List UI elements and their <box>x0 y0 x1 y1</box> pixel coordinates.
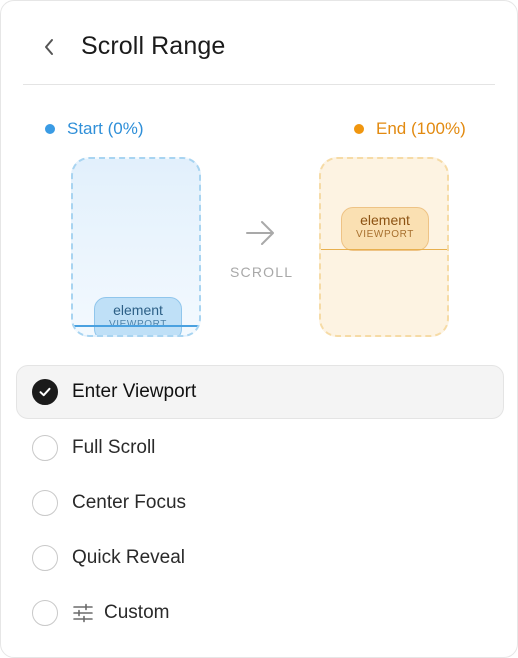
chevron-left-icon <box>45 39 53 55</box>
option-label: Quick Reveal <box>72 546 185 568</box>
end-label: End (100%) <box>376 119 466 138</box>
start-element-box: element VIEWPORT <box>94 297 182 335</box>
end-legend: End (100%) <box>354 119 466 139</box>
scroll-range-panel: Scroll Range Start (0%) End (100%) eleme… <box>0 0 518 658</box>
start-viewport-line <box>73 325 199 327</box>
option-label: Full Scroll <box>72 436 156 458</box>
radio-checked-icon[interactable] <box>32 379 58 405</box>
option-quick-reveal[interactable]: Quick Reveal <box>16 530 504 585</box>
end-viewport-preview: element VIEWPORT <box>319 157 449 337</box>
option-center-focus[interactable]: Center Focus <box>16 475 504 530</box>
end-element-label: element <box>360 212 410 228</box>
start-legend: Start (0%) <box>45 119 144 139</box>
end-element-box: element VIEWPORT <box>341 207 429 251</box>
radio-icon[interactable] <box>32 434 58 461</box>
end-dot <box>354 124 364 134</box>
end-viewport-line <box>321 249 447 250</box>
option-label: Enter Viewport <box>72 381 197 402</box>
option-enter-viewport[interactable]: Enter Viewport <box>16 365 504 419</box>
radio-icon[interactable] <box>32 489 58 516</box>
page-title: Scroll Range <box>81 32 226 60</box>
start-viewport-preview: element VIEWPORT <box>71 157 201 337</box>
check-icon <box>39 387 51 397</box>
end-viewport-label: VIEWPORT <box>356 229 414 240</box>
radio-icon[interactable] <box>32 599 58 626</box>
arrow-right-icon <box>246 221 274 245</box>
start-label: Start (0%) <box>67 119 144 138</box>
option-full-scroll[interactable]: Full Scroll <box>16 420 504 475</box>
start-element-label: element <box>113 302 163 318</box>
option-label: Center Focus <box>72 491 187 513</box>
scroll-label: SCROLL <box>230 264 294 280</box>
radio-icon[interactable] <box>32 544 58 571</box>
option-label: Custom <box>104 601 170 623</box>
scroll-range-options: Enter Viewport Full Scroll Center Focus … <box>16 365 504 640</box>
option-custom[interactable]: Custom <box>16 585 504 640</box>
panel-header: Scroll Range <box>23 23 495 85</box>
sliders-icon <box>72 602 94 624</box>
back-button[interactable] <box>37 35 61 59</box>
start-dot <box>45 124 55 134</box>
